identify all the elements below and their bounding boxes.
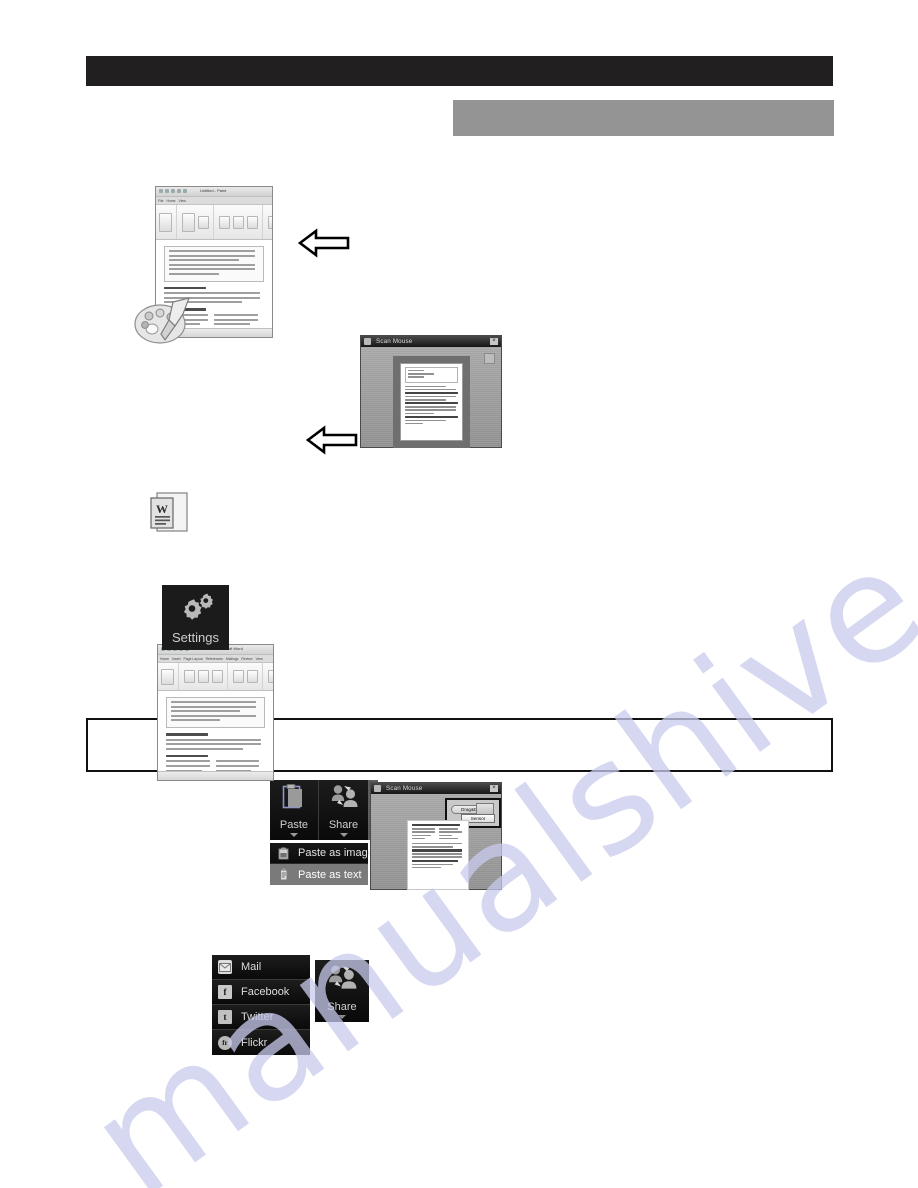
scan-mouse-window-2[interactable]: Scan Mouse × Drag&Drop Sensor <box>370 782 502 890</box>
settings-tile-label: Settings <box>172 630 219 645</box>
menu-item-paste-as-text-label: Paste as text <box>298 868 362 881</box>
menu-item-paste-as-image[interactable]: Paste as image <box>270 843 374 864</box>
ribbon-group-clipboard[interactable] <box>161 663 179 690</box>
facebook-icon: f <box>218 985 232 999</box>
share-people-icon <box>329 783 359 816</box>
tab-references[interactable]: References <box>206 657 223 661</box>
word-tab-strip[interactable]: Home Insert Page Layout References Maili… <box>158 655 273 663</box>
clipboard-text-icon <box>277 868 290 881</box>
tab-mailings[interactable]: Mailings <box>226 657 238 661</box>
word-statusbar <box>158 771 273 780</box>
twitter-icon: t <box>218 1010 232 1024</box>
word-window[interactable]: Document1 - Microsoft Word Home Insert P… <box>157 644 274 781</box>
share-dropdown-menu[interactable]: Mail f Facebook t Twitter fr Flickr <box>212 955 310 1055</box>
mail-icon <box>218 960 232 974</box>
share-item-flickr[interactable]: fr Flickr <box>212 1030 310 1055</box>
scan-window-body-2[interactable]: Drag&Drop Sensor <box>371 794 501 890</box>
paste-dropdown-menu[interactable]: Paste as image Paste as text <box>270 843 374 885</box>
chevron-down-icon[interactable] <box>338 1015 346 1019</box>
share-item-mail-label: Mail <box>241 961 262 973</box>
chevron-down-icon[interactable] <box>290 833 298 837</box>
share-item-facebook-label: Facebook <box>241 986 290 998</box>
close-icon[interactable]: × <box>490 338 498 345</box>
share-people-icon <box>326 963 358 998</box>
scan-corner-icon[interactable] <box>484 353 495 364</box>
share-item-twitter-label: Twitter <box>241 1011 274 1023</box>
scanned-document-preview-1[interactable] <box>400 363 463 441</box>
tab-home[interactable]: Home <box>166 199 175 203</box>
ribbon-group-styles[interactable] <box>268 663 273 690</box>
paint-palette-icon[interactable] <box>133 296 195 351</box>
scan-window-titlebar-1: Scan Mouse × <box>361 336 501 347</box>
tab-review[interactable]: Review <box>241 657 252 661</box>
clipboard-icon <box>281 783 307 816</box>
paste-button[interactable]: Paste <box>270 780 319 840</box>
share-button-bottom[interactable]: Share <box>315 960 369 1022</box>
gears-icon <box>176 593 216 625</box>
tab-insert[interactable]: Insert <box>172 657 180 661</box>
share-item-facebook[interactable]: f Facebook <box>212 980 310 1005</box>
flow-arrow-2 <box>305 425 358 460</box>
quick-access-toolbar[interactable] <box>159 189 187 193</box>
paint-titlebar: Untitled - Paint <box>156 187 272 197</box>
tab-home[interactable]: Home <box>160 657 169 661</box>
paint-tab-strip[interactable]: File Home View <box>156 197 272 205</box>
flickr-icon: fr <box>218 1035 232 1050</box>
paint-window-title: Untitled - Paint <box>200 188 227 193</box>
doc-heading <box>166 732 208 736</box>
header-dark-bar <box>86 56 833 86</box>
tab-view[interactable]: View <box>255 657 262 661</box>
microsoft-word-icon[interactable]: W <box>148 487 192 538</box>
clipboard-image-icon <box>277 847 290 860</box>
doc-heading <box>164 286 206 290</box>
doc-subheading <box>166 754 208 758</box>
share-button-top[interactable]: Share <box>319 780 368 840</box>
scan-window-body-1[interactable] <box>361 347 501 447</box>
share-item-twitter[interactable]: t Twitter <box>212 1005 310 1030</box>
flow-arrow-1 <box>297 228 350 263</box>
scan-app-icon <box>364 338 371 345</box>
doc-paragraph-block <box>166 697 265 728</box>
word-document-canvas[interactable] <box>158 691 273 780</box>
settings-tile[interactable]: Settings <box>162 585 229 650</box>
ribbon-group-paragraph[interactable] <box>233 663 263 690</box>
share-button-label: Share <box>328 819 359 831</box>
scan-window-title-2: Scan Mouse <box>386 785 423 792</box>
menu-item-paste-as-text[interactable]: Paste as text <box>270 864 368 885</box>
paste-button-label: Paste <box>279 819 309 831</box>
menu-item-paste-as-image-label: Paste as image <box>298 847 374 859</box>
scan-window-title-1: Scan Mouse <box>376 338 413 345</box>
scan-window-titlebar-2: Scan Mouse × <box>371 783 501 794</box>
ribbon-group-clipboard[interactable] <box>159 205 177 239</box>
share-item-flickr-label: Flickr <box>241 1036 268 1049</box>
ribbon-group-image[interactable] <box>182 205 214 239</box>
scan-app-icon <box>374 785 381 792</box>
svg-text:W: W <box>156 502 168 516</box>
doc-paragraph-block <box>164 246 264 282</box>
header-gray-bar <box>453 100 834 136</box>
share-item-mail[interactable]: Mail <box>212 955 310 980</box>
word-ribbon[interactable] <box>158 663 273 691</box>
scanned-document-preview-2[interactable] <box>407 820 469 890</box>
paint-ribbon[interactable] <box>156 205 272 240</box>
watermark-layer: manualshive.com <box>0 0 918 1188</box>
close-icon[interactable]: × <box>490 785 498 792</box>
tab-view[interactable]: View <box>179 199 186 203</box>
scan-mouse-window-1[interactable]: Scan Mouse × <box>360 335 502 448</box>
chevron-down-icon[interactable] <box>339 833 348 837</box>
ribbon-group-font[interactable] <box>184 663 228 690</box>
ribbon-group-tools[interactable] <box>219 205 263 239</box>
tab-file[interactable]: File <box>158 199 163 203</box>
paste-share-toolbar[interactable]: Paste Share <box>270 780 378 840</box>
share-button-bottom-label: Share <box>327 1001 357 1013</box>
tab-page-layout[interactable]: Page Layout <box>184 657 203 661</box>
ribbon-group-shapes[interactable] <box>268 205 272 239</box>
